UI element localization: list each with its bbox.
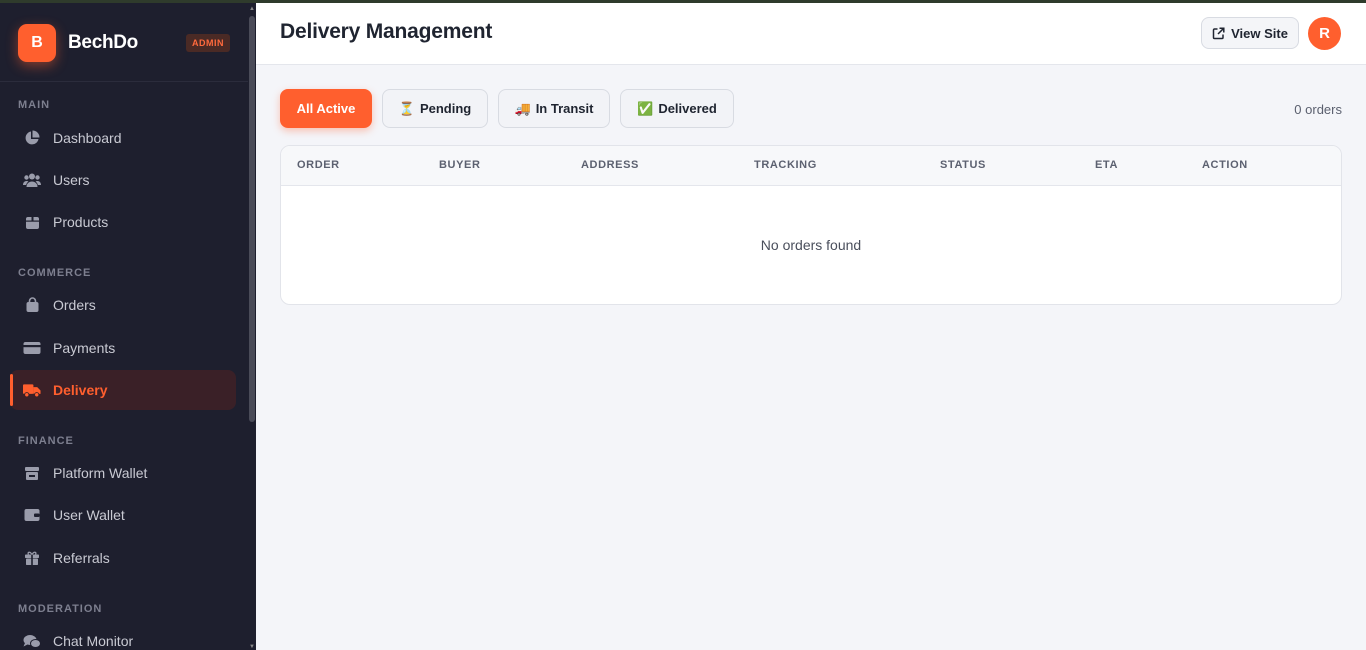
filter-tab-all-active[interactable]: All Active	[280, 89, 372, 128]
scrollbar-thumb[interactable]	[249, 16, 255, 422]
sidebar: B BechDo ADMIN MAIN Dashboard Users Prod…	[0, 0, 256, 650]
pie-chart-icon	[23, 129, 41, 147]
sidebar-item-platform-wallet[interactable]: Platform Wallet	[10, 453, 236, 493]
store-icon	[23, 464, 41, 482]
divider	[0, 81, 248, 82]
filter-tab-pending[interactable]: ⏳ Pending	[382, 89, 488, 128]
table-header: ORDER BUYER ADDRESS TRACKING STATUS ETA …	[281, 146, 1341, 186]
chat-icon	[23, 632, 41, 650]
filter-tab-label: All Active	[296, 101, 356, 116]
sidebar-item-label: Payments	[53, 340, 116, 356]
empty-state-message: No orders found	[760, 237, 862, 253]
brand-logo: B	[18, 24, 56, 62]
hourglass-icon: ⏳	[398, 100, 415, 116]
section-label-finance: FINANCE	[18, 435, 74, 447]
sidebar-item-referrals[interactable]: Referrals	[10, 538, 236, 578]
credit-card-icon	[23, 339, 41, 357]
orders-table: ORDER BUYER ADDRESS TRACKING STATUS ETA …	[280, 145, 1342, 305]
column-header-order[interactable]: ORDER	[297, 159, 340, 171]
sidebar-item-label: User Wallet	[53, 507, 125, 523]
sidebar-item-users[interactable]: Users	[10, 160, 236, 200]
sidebar-item-delivery[interactable]: Delivery	[10, 370, 236, 410]
sidebar-item-label: Chat Monitor	[53, 633, 134, 649]
column-header-status[interactable]: STATUS	[940, 159, 986, 171]
top-header: Delivery Management View Site R	[256, 3, 1366, 65]
sidebar-item-label: Products	[53, 214, 109, 230]
sidebar-item-label: Orders	[53, 297, 96, 313]
section-label-commerce: COMMERCE	[18, 267, 92, 279]
sidebar-item-label: Referrals	[53, 550, 110, 566]
admin-badge: ADMIN	[186, 34, 230, 52]
shopping-bag-icon	[23, 296, 41, 314]
truck-icon: 🚚	[514, 100, 531, 116]
check-mark-icon: ✅	[637, 100, 654, 116]
brand-name: BechDo	[68, 32, 138, 53]
view-site-button[interactable]: View Site	[1201, 17, 1299, 49]
column-header-action[interactable]: ACTION	[1202, 159, 1248, 171]
brand[interactable]: B BechDo ADMIN	[18, 24, 230, 62]
sidebar-scrollbar[interactable]: ▲ ▼	[249, 6, 255, 650]
box-icon	[23, 213, 41, 231]
filter-tab-label: In Transit	[535, 101, 594, 116]
section-label-main: MAIN	[18, 99, 51, 111]
sidebar-item-user-wallet[interactable]: User Wallet	[10, 495, 236, 535]
filter-tab-in-transit[interactable]: 🚚 In Transit	[498, 89, 610, 128]
column-header-eta[interactable]: ETA	[1095, 159, 1118, 171]
filter-tab-delivered[interactable]: ✅ Delivered	[620, 89, 734, 128]
sidebar-item-label: Platform Wallet	[53, 465, 148, 481]
gift-icon	[23, 549, 41, 567]
section-label-moderation: MODERATION	[18, 603, 103, 615]
sidebar-item-label: Users	[53, 172, 90, 188]
filter-tab-label: Delivered	[658, 101, 717, 116]
sidebar-item-products[interactable]: Products	[10, 202, 236, 242]
scroll-up-arrow-icon[interactable]: ▲	[249, 6, 255, 12]
view-site-label: View Site	[1231, 25, 1288, 41]
sidebar-item-dashboard[interactable]: Dashboard	[10, 118, 236, 158]
sidebar-item-label: Dashboard	[53, 130, 122, 146]
truck-icon	[23, 381, 41, 399]
scroll-down-arrow-icon[interactable]: ▼	[249, 644, 255, 650]
sidebar-item-chat-monitor[interactable]: Chat Monitor	[10, 621, 236, 650]
window-top-border	[0, 0, 1366, 3]
column-header-buyer[interactable]: BUYER	[439, 159, 481, 171]
sidebar-item-orders[interactable]: Orders	[10, 285, 236, 325]
column-header-address[interactable]: ADDRESS	[581, 159, 639, 171]
order-count: 0 orders	[1294, 102, 1342, 117]
page-title: Delivery Management	[280, 20, 493, 43]
filter-tab-label: Pending	[419, 101, 472, 116]
column-header-tracking[interactable]: TRACKING	[754, 159, 817, 171]
sidebar-item-payments[interactable]: Payments	[10, 328, 236, 368]
wallet-icon	[23, 506, 41, 524]
user-avatar[interactable]: R	[1308, 17, 1341, 50]
external-link-icon	[1212, 26, 1225, 39]
sidebar-item-label: Delivery	[53, 382, 108, 398]
users-icon	[23, 171, 41, 189]
